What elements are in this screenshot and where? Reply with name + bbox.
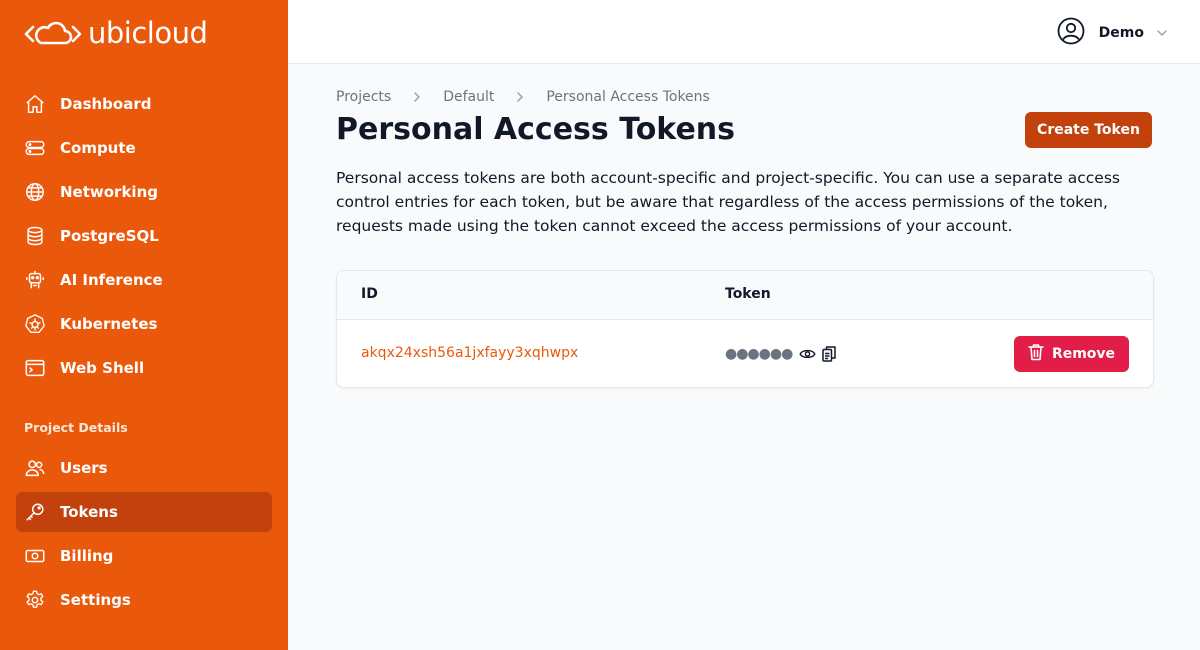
chevron-right-icon [514,91,526,103]
column-header-token: Token [725,286,771,302]
sidebar-item-label: Dashboard [60,95,152,113]
sidebar-item-web-shell[interactable]: Web Shell [16,348,272,388]
chevron-right-icon [411,91,423,103]
gear-icon [24,589,46,611]
breadcrumb: Projects Default Personal Access Tokens [336,89,710,105]
token-value: ●●●●●● [725,346,837,362]
user-name: Demo [1098,25,1144,41]
sidebar-item-label: Users [60,459,108,477]
copy-icon[interactable] [822,346,837,362]
brand-name: ubicloud [88,16,208,50]
sidebar-item-users[interactable]: Users [16,448,272,488]
section-label-project-details: Project Details [24,420,128,435]
tokens-table: ID Token akqx24xsh56a1jxfayy3xqhwpx ●●●●… [336,270,1154,388]
page-description: Personal access tokens are both account-… [336,169,1120,235]
breadcrumb-default[interactable]: Default [443,89,494,105]
terminal-icon [24,357,46,379]
remove-token-button[interactable]: Remove [1014,336,1129,372]
database-icon [24,225,46,247]
token-masked-value: ●●●●●● [725,346,793,362]
trash-icon [1028,343,1044,365]
key-icon [24,501,46,523]
sidebar-item-label: PostgreSQL [60,227,159,245]
server-icon [24,137,46,159]
kubernetes-icon [24,313,46,335]
sidebar-item-networking[interactable]: Networking [16,172,272,212]
sidebar-item-label: Settings [60,591,131,609]
page-title: Personal Access Tokens [336,112,736,147]
top-header: Demo [288,0,1200,64]
sidebar-item-label: Kubernetes [60,315,158,333]
column-header-id: ID [361,286,378,302]
sidebar-item-label: AI Inference [60,271,163,289]
sidebar-item-postgresql[interactable]: PostgreSQL [16,216,272,256]
sidebar-item-dashboard[interactable]: Dashboard [16,84,272,124]
sidebar-item-tokens[interactable]: Tokens [16,492,272,532]
home-icon [24,93,46,115]
robot-icon [24,269,46,291]
sidebar-item-label: Billing [60,547,114,565]
token-id-link[interactable]: akqx24xsh56a1jxfayy3xqhwpx [361,345,578,361]
sidebar-item-kubernetes[interactable]: Kubernetes [16,304,272,344]
user-avatar-icon [1057,17,1085,49]
sidebar-item-billing[interactable]: Billing [16,536,272,576]
sidebar-item-label: Tokens [60,503,118,521]
banknote-icon [24,545,46,567]
sidebar-item-ai-inference[interactable]: AI Inference [16,260,272,300]
sidebar: ubicloud Dashboard Compute Networking Po… [0,0,288,650]
cloud-logo-icon [24,21,82,45]
create-token-button[interactable]: Create Token [1025,112,1152,148]
table-header: ID Token [337,271,1153,320]
breadcrumb-projects[interactable]: Projects [336,89,391,105]
sidebar-item-label: Compute [60,139,136,157]
sidebar-item-label: Networking [60,183,158,201]
breadcrumb-current[interactable]: Personal Access Tokens [546,89,709,105]
eye-icon[interactable] [799,347,816,361]
ubicloud-logo[interactable]: ubicloud [24,16,208,50]
globe-icon [24,181,46,203]
chevron-down-icon [1156,24,1168,43]
sidebar-item-settings[interactable]: Settings [16,580,272,620]
users-icon [24,457,46,479]
sidebar-item-compute[interactable]: Compute [16,128,272,168]
user-menu[interactable]: Demo [1057,17,1168,49]
table-row: akqx24xsh56a1jxfayy3xqhwpx ●●●●●● Remove [337,320,1153,387]
sidebar-item-label: Web Shell [60,359,145,377]
remove-label: Remove [1051,346,1116,362]
